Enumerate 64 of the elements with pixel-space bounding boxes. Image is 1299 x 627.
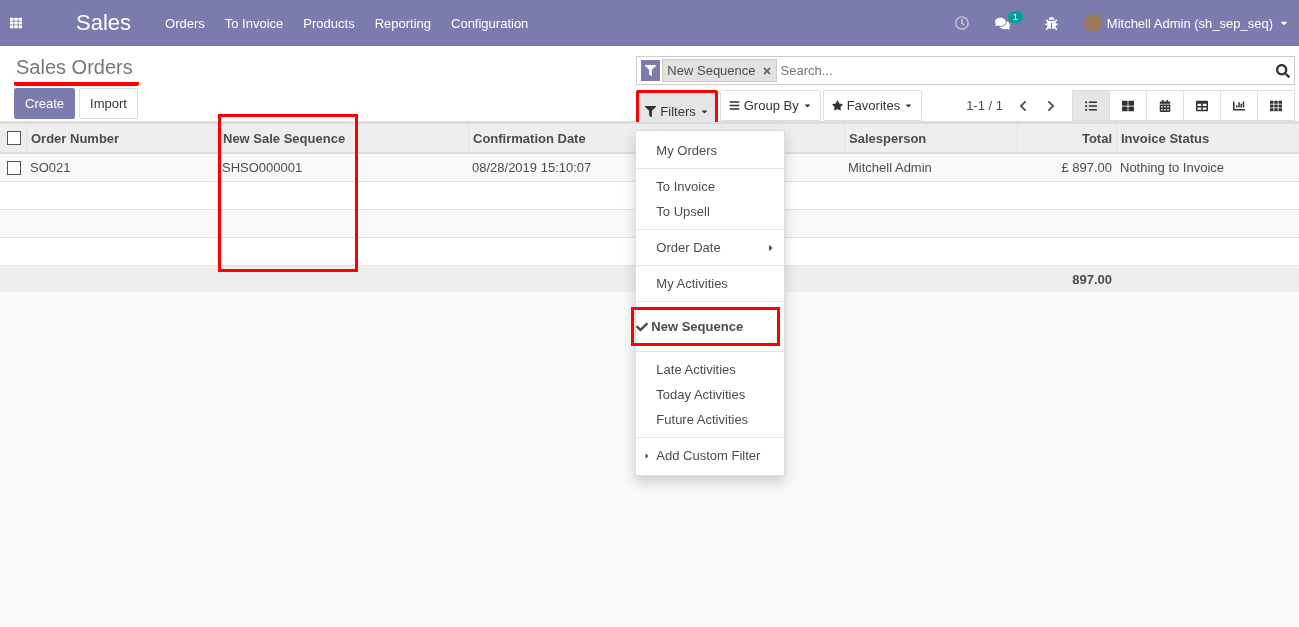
close-icon[interactable] — [761, 65, 772, 76]
filter-icon — [641, 60, 661, 81]
message-count-badge: 1 — [1007, 11, 1023, 23]
nav-menu-item[interactable]: Configuration — [451, 15, 529, 31]
kanban-view-button[interactable] — [1109, 90, 1147, 121]
filter-menu-item[interactable]: Future Activities — [636, 407, 785, 432]
filter-icon — [645, 105, 657, 117]
column-header[interactable]: Total — [1081, 130, 1112, 146]
column-header[interactable]: New Sale Sequence — [223, 130, 346, 146]
chevron-left-icon[interactable] — [1017, 99, 1029, 112]
chat-icon[interactable] — [994, 15, 1010, 31]
bug-icon[interactable] — [1044, 16, 1058, 30]
total-amount: 897.00 — [1072, 271, 1112, 287]
filter-menu-item[interactable]: Today Activities — [636, 382, 785, 407]
create-button[interactable]: Create — [14, 88, 76, 119]
table-cell: Mitchell Admin — [848, 160, 932, 175]
table-cell: £ 897.00 — [1061, 160, 1112, 175]
table-cell: SO021 — [30, 160, 71, 175]
column-header[interactable]: Salesperson — [849, 130, 927, 146]
graph-view-icon — [1233, 99, 1245, 112]
table-cell: Nothing to Invoice — [1120, 160, 1225, 175]
search-option-button[interactable]: Group By — [719, 90, 821, 121]
search-icon[interactable] — [1276, 63, 1290, 78]
activity-view-icon — [1270, 99, 1282, 112]
filter-menu-item[interactable]: New Sequence — [634, 314, 778, 339]
list-view-button[interactable] — [1072, 90, 1110, 121]
select-all-checkbox[interactable] — [7, 131, 21, 145]
nav-menu-item[interactable]: Reporting — [374, 15, 431, 31]
list-view-icon — [1085, 99, 1097, 112]
graph-view-button[interactable] — [1220, 90, 1258, 121]
column-header[interactable]: Invoice Status — [1121, 130, 1210, 146]
filter-menu-item[interactable]: Order Date — [636, 235, 785, 260]
nav-menu-item[interactable]: To Invoice — [224, 15, 284, 31]
pivot-view-icon — [1196, 99, 1208, 112]
search-option-button[interactable]: Favorites — [822, 90, 923, 121]
column-header[interactable]: Confirmation Date — [473, 130, 586, 146]
caret-icon — [904, 101, 914, 110]
caret-icon — [802, 101, 812, 110]
checkmark-icon — [636, 320, 649, 333]
table-cell: SHSO000001 — [222, 160, 303, 175]
filter-menu-item[interactable]: Add Custom Filter — [636, 443, 785, 468]
app-name: Sales — [76, 10, 132, 36]
filter-menu-item[interactable]: Late Activities — [636, 357, 785, 382]
user-name[interactable]: Mitchell Admin (sh_sep_seq) — [1106, 15, 1273, 31]
nav-menu-item[interactable]: Orders — [165, 15, 205, 31]
row-checkbox[interactable] — [7, 160, 21, 175]
chevron-right-icon[interactable] — [1045, 99, 1057, 112]
kanban-view-icon — [1122, 99, 1134, 112]
pivot-view-button[interactable] — [1183, 90, 1221, 121]
import-button[interactable]: Import — [79, 88, 138, 119]
activity-view-button[interactable] — [1257, 90, 1295, 121]
table-cell: 08/28/2019 15:10:07 — [472, 160, 592, 175]
calendar-view-button[interactable] — [1146, 90, 1184, 121]
pager-text: 1-1 / 1 — [966, 98, 1003, 113]
favorite-icon — [831, 100, 843, 111]
facet-label: New Sequence — [667, 63, 756, 78]
group-icon — [728, 100, 740, 111]
search-field[interactable]: New Sequence Search... — [636, 56, 1295, 85]
column-header[interactable]: Order Number — [31, 130, 120, 146]
apps-icon[interactable] — [10, 17, 22, 29]
filter-menu-item[interactable]: To Upsell — [636, 199, 785, 224]
filter-menu-item[interactable]: My Activities — [636, 271, 785, 296]
calendar-view-icon — [1159, 99, 1171, 112]
nav-menu-item[interactable]: Products — [303, 15, 355, 31]
